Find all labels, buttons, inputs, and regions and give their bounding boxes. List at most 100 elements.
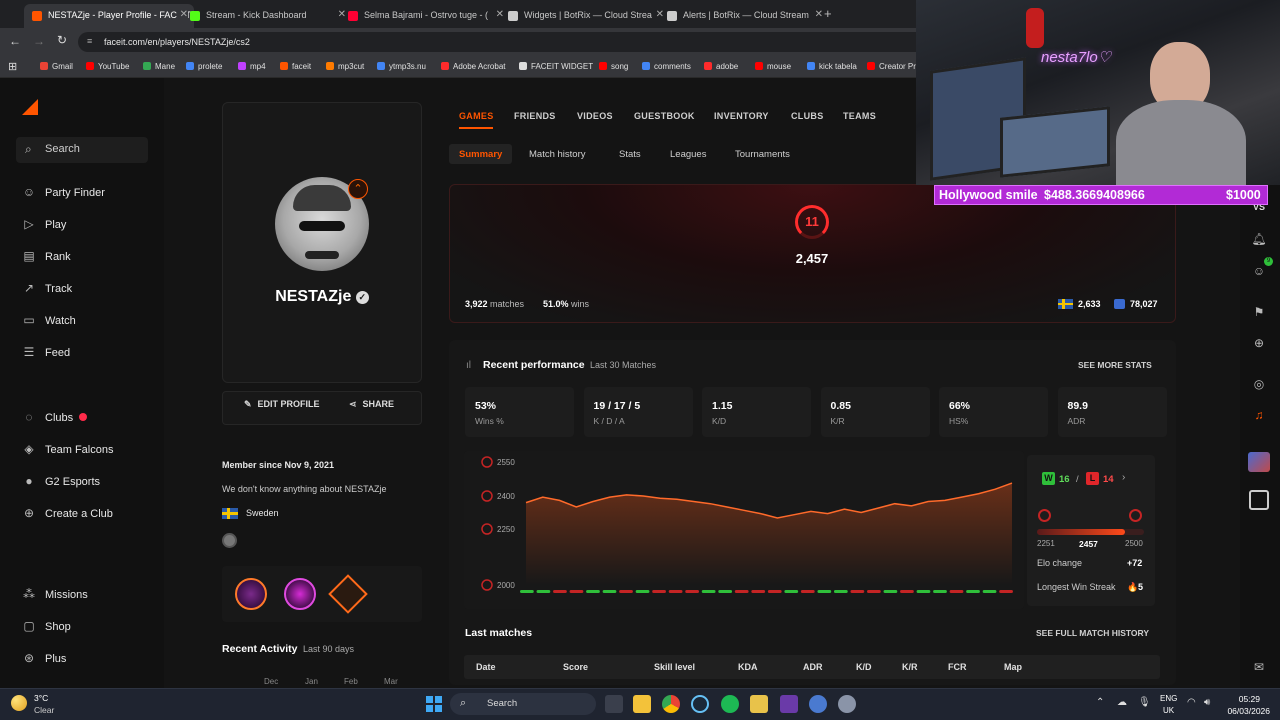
browser-tab[interactable]: Stream - Kick Dashboard ✕: [182, 4, 352, 28]
bookmark-item[interactable]: mp4: [238, 62, 266, 71]
bookmark-item[interactable]: ytmp3s.nu: [377, 62, 426, 71]
nav-item-team-falcons[interactable]: ◈ Team Falcons: [22, 442, 113, 456]
steam-icon[interactable]: [222, 533, 237, 548]
tab-inventory[interactable]: INVENTORY: [714, 111, 769, 121]
faceit-logo-icon[interactable]: [22, 99, 38, 115]
file-explorer-icon[interactable]: [633, 695, 651, 713]
subtab-summary[interactable]: Summary: [459, 149, 502, 160]
site-info-icon[interactable]: ≡: [87, 36, 92, 46]
column-header[interactable]: ADR: [803, 662, 823, 672]
column-header[interactable]: Skill level: [654, 662, 695, 672]
browser-tab[interactable]: Selma Bajrami - Ostrvo tuge - (✕: [340, 4, 510, 28]
steam-taskbar-icon[interactable]: [691, 695, 709, 713]
column-header[interactable]: KDA: [738, 662, 758, 672]
tray-chevron-icon[interactable]: ⌃: [1096, 697, 1104, 708]
clock-time[interactable]: 05:29: [1220, 694, 1260, 704]
badge-gg-purple-icon[interactable]: [284, 578, 316, 610]
region-indicator[interactable]: UK: [1163, 706, 1174, 715]
new-tab-button[interactable]: +: [824, 6, 832, 21]
bookmark-item[interactable]: FACEIT WIDGET: [519, 62, 593, 71]
nav-item-shop[interactable]: ▢ Shop: [22, 619, 70, 633]
column-header[interactable]: Date: [476, 662, 496, 672]
nav-item-plus[interactable]: ⊛ Plus: [22, 651, 66, 665]
chevron-right-icon[interactable]: ›: [1122, 472, 1125, 483]
tab-guestbook[interactable]: GUESTBOOK: [634, 111, 695, 121]
settings-icon[interactable]: [838, 695, 856, 713]
chat-icon[interactable]: ✉: [1251, 660, 1267, 676]
nav-item-watch[interactable]: ▭ Watch: [22, 313, 75, 327]
nav-item-create-a-club[interactable]: ⊕ Create a Club: [22, 506, 113, 520]
subtab-stats[interactable]: Stats: [619, 149, 641, 160]
bookmark-item[interactable]: Creator Pr: [867, 62, 916, 71]
tab-games[interactable]: GAMES: [459, 111, 494, 121]
column-header[interactable]: K/R: [902, 662, 918, 672]
tab-friends[interactable]: FRIENDS: [514, 111, 556, 121]
nav-item-feed[interactable]: ☰ Feed: [22, 345, 70, 359]
spotify-icon[interactable]: [721, 695, 739, 713]
friend-avatar-icon[interactable]: [1248, 452, 1270, 472]
lang-indicator[interactable]: ENG: [1160, 694, 1177, 703]
taskbar-search[interactable]: ⌕ Search: [450, 693, 596, 715]
bookmark-item[interactable]: Adobe Acrobat: [441, 62, 505, 71]
see-full-history-link[interactable]: SEE FULL MATCH HISTORY: [1036, 628, 1149, 638]
browser-tab[interactable]: Widgets | BotRix — Cloud Strea ✕: [500, 4, 670, 28]
back-icon[interactable]: ←: [9, 34, 21, 48]
column-header[interactable]: Map: [1004, 662, 1022, 672]
tab-clubs[interactable]: CLUBS: [791, 111, 824, 121]
bookmark-item[interactable]: Mane: [143, 62, 175, 71]
nav-item-track[interactable]: ↗ Track: [22, 281, 72, 295]
bookmark-item[interactable]: song: [599, 62, 628, 71]
nav-item-clubs[interactable]: ◌ Clubs: [22, 410, 73, 424]
bookmark-item[interactable]: adobe: [704, 62, 738, 71]
nav-item-g2-esports[interactable]: ● G2 Esports: [22, 474, 100, 488]
network-icon[interactable]: ☁: [1117, 697, 1127, 708]
nav-search[interactable]: ⌕ Search: [16, 137, 148, 163]
chrome-icon[interactable]: [662, 695, 680, 713]
nav-item-play[interactable]: ▷ Play: [22, 217, 66, 231]
bookmark-item[interactable]: Gmail: [40, 62, 73, 71]
bookmark-item[interactable]: mp3cut: [326, 62, 364, 71]
edit-profile-button[interactable]: ✎ EDIT PROFILE: [244, 399, 320, 410]
bookmark-item[interactable]: prolete: [186, 62, 222, 71]
apps-grid-icon[interactable]: ⊞: [8, 60, 17, 73]
nav-item-rank[interactable]: ▤ Rank: [22, 249, 70, 263]
friends-icon[interactable]: ☺: [1251, 264, 1267, 280]
bookmark-item[interactable]: comments: [642, 62, 691, 71]
forward-icon[interactable]: →: [33, 34, 45, 48]
volume-icon[interactable]: 🔊︎: [1204, 697, 1210, 708]
bookmark-item[interactable]: faceit: [280, 62, 311, 71]
bookmark-item[interactable]: kick tabela: [807, 62, 857, 71]
reload-icon[interactable]: ↻: [57, 33, 67, 47]
url-bar[interactable]: ≡ faceit.com/en/players/NESTAZje/cs2: [78, 32, 938, 52]
browser-tab[interactable]: Alerts | BotRix — Cloud Stream ✕: [659, 4, 829, 28]
party-icon[interactable]: ⚑: [1251, 305, 1267, 321]
see-more-stats-link[interactable]: SEE MORE STATS: [1078, 360, 1152, 370]
tab-close-icon[interactable]: ✕: [811, 9, 823, 20]
tab-videos[interactable]: VIDEOS: [577, 111, 613, 121]
browser-tab[interactable]: NESTAZje - Player Profile - FACEIT ✕: [24, 4, 194, 28]
column-header[interactable]: K/D: [856, 662, 872, 672]
bell-icon[interactable]: 🔔︎: [1251, 232, 1267, 248]
chip-icon[interactable]: [1249, 490, 1269, 510]
subtab-leagues[interactable]: Leagues: [670, 149, 706, 160]
support-icon[interactable]: ◎: [1251, 377, 1267, 393]
wifi-icon[interactable]: ◠: [1187, 697, 1196, 708]
subtab-match-history[interactable]: Match history: [529, 149, 586, 160]
clock-date[interactable]: 06/03/2026: [1220, 706, 1270, 716]
tab-teams[interactable]: TEAMS: [843, 111, 876, 121]
obs-icon[interactable]: [750, 695, 768, 713]
column-header[interactable]: Score: [563, 662, 588, 672]
task-view-icon[interactable]: [605, 695, 623, 713]
headset-icon[interactable]: ♫: [1251, 408, 1267, 424]
badge-gg-orange-icon[interactable]: [235, 578, 267, 610]
nav-item-party-finder[interactable]: ☺ Party Finder: [22, 185, 105, 199]
share-button[interactable]: ⋖ SHARE: [349, 399, 394, 410]
start-icon[interactable]: [426, 696, 442, 712]
add-circle-icon[interactable]: ⊕: [1251, 336, 1267, 352]
app-blue-icon[interactable]: [809, 695, 827, 713]
nav-item-missions[interactable]: ⁂ Missions: [22, 587, 88, 601]
weather-icon[interactable]: [11, 695, 27, 711]
bookmark-item[interactable]: YouTube: [86, 62, 129, 71]
app-tf-icon[interactable]: [780, 695, 798, 713]
bookmark-item[interactable]: mouse: [755, 62, 791, 71]
